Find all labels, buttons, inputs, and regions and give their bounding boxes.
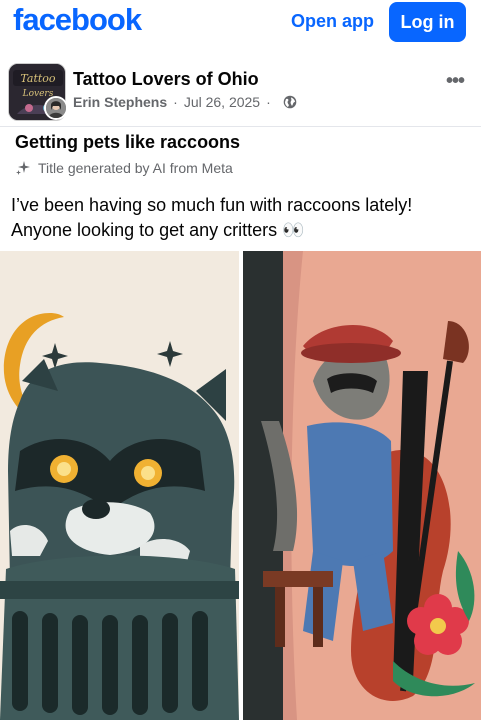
post-body-text: I’ve been having so much fun with raccoo… [11,195,413,240]
author-avatar[interactable] [44,96,68,120]
more-options-icon[interactable]: ••• [446,70,465,93]
svg-text:Tattoo: Tattoo [20,72,56,85]
facebook-logo[interactable]: facebook [13,2,142,38]
post-photo-raccoon-moon[interactable] [0,251,239,720]
post-photo-raccoon-bass[interactable] [243,251,481,720]
author-name[interactable]: Erin Stephens [73,94,167,110]
ai-note-text: Title generated by AI from Meta [38,160,233,176]
open-app-button[interactable]: Open app [291,11,374,32]
post-meta: Erin Stephens · Jul 26, 2025 · [73,94,297,110]
group-name-link[interactable]: Tattoo Lovers of Ohio [73,69,259,90]
meta-separator-2: · [266,94,271,110]
top-bar: facebook Open app Log in [0,0,481,46]
sparkle-icon [16,161,30,175]
globe-icon [283,95,297,109]
ai-title-note: Title generated by AI from Meta [15,160,233,176]
meta-separator: · [173,94,178,110]
post-title: Getting pets like raccoons [15,132,241,152]
post-date[interactable]: Jul 26, 2025 [184,94,260,110]
login-button[interactable]: Log in [389,2,466,42]
header-divider [0,126,481,127]
